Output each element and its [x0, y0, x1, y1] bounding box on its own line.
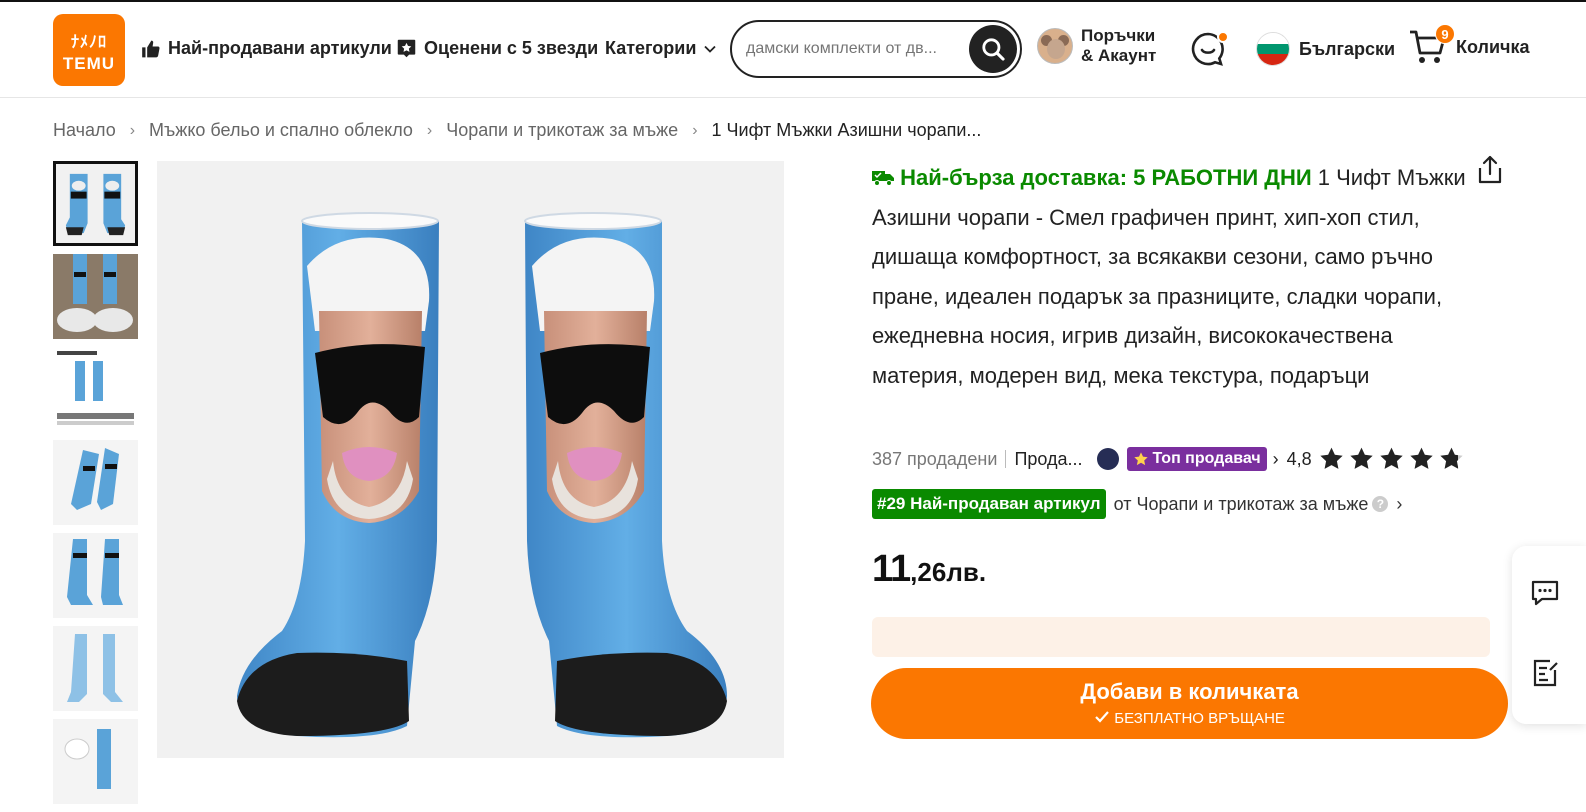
- account-line-2: & Акаунт: [1081, 46, 1157, 65]
- product-title: Най-бърза доставка: 5 РАБОТНИ ДНИ 1 Чифт…: [872, 158, 1472, 395]
- chevron-down-icon: [704, 45, 717, 53]
- thumbnail-5[interactable]: [53, 533, 138, 618]
- delivery-truck-icon: [872, 171, 894, 186]
- product-main-image[interactable]: [157, 161, 784, 758]
- rating-stars: [1318, 446, 1465, 472]
- account-text: Поръчки & Акаунт: [1081, 26, 1156, 66]
- rank-category: от Чорапи и трикотаж за мъже: [1113, 493, 1369, 514]
- star-badge-icon: [397, 39, 416, 58]
- bulgaria-flag-icon: [1256, 32, 1290, 66]
- language-selector[interactable]: Български: [1256, 32, 1395, 66]
- chevron-right-icon[interactable]: ›: [1273, 449, 1279, 470]
- breadcrumb-separator: ›: [426, 121, 433, 139]
- account-line-1: Поръчки: [1081, 26, 1156, 45]
- language-label: Български: [1299, 38, 1396, 59]
- price: 11,26лв.: [872, 548, 986, 591]
- nav-five-stars[interactable]: Оценени с 5 звезди: [396, 38, 598, 59]
- search-icon: [982, 38, 1005, 61]
- breadcrumb-separator: ›: [129, 121, 136, 139]
- free-return-row: БЕЗПЛАТНО ВРЪЩАНЕ: [871, 710, 1508, 727]
- cart-button[interactable]: 9 Количка: [1408, 24, 1530, 66]
- thumbnail-3[interactable]: [53, 347, 138, 432]
- floating-side-panel: [1512, 546, 1586, 724]
- thumbs-up-icon: [142, 40, 160, 57]
- seller-name[interactable]: Прода...: [1014, 449, 1082, 470]
- add-to-cart-label: Добави в количката: [1080, 679, 1299, 704]
- product-title-text: 1 Чифт Мъжки Азишни чорапи - Смел графич…: [872, 165, 1466, 388]
- nav-five-stars-label: Оценени с 5 звезди: [424, 38, 599, 58]
- thumbnail-4[interactable]: [53, 440, 138, 525]
- rank-badge: #29 Най-продаван артикул: [872, 489, 1106, 519]
- logo-glyphs: ﾅﾒﾉﾛ: [70, 34, 107, 51]
- star-icon: [1410, 447, 1433, 469]
- nav-categories-label: Категории: [605, 38, 697, 58]
- add-to-cart-button[interactable]: Добави в количката БЕЗПЛАТНО ВРЪЩАНЕ: [871, 668, 1508, 739]
- breadcrumb: Начало › Мъжко бельо и спално облекло › …: [53, 120, 981, 141]
- sock-illustration: [237, 212, 727, 738]
- product-meta-row: 387 продадени Прода... Топ продавач › 4,…: [872, 446, 1465, 472]
- orders-account[interactable]: Поръчки & Акаунт: [1037, 26, 1156, 66]
- top-seller-label: Топ продавач: [1152, 450, 1261, 467]
- checklist-icon[interactable]: [1530, 658, 1560, 688]
- chevron-right-icon: ›: [1396, 493, 1403, 514]
- product-info: Най-бърза доставка: 5 РАБОТНИ ДНИ 1 Чифт…: [872, 158, 1472, 395]
- help-icon[interactable]: ?: [1372, 496, 1389, 512]
- top-seller-badge[interactable]: Топ продавач: [1126, 447, 1267, 471]
- nav-categories[interactable]: Категории: [605, 38, 717, 59]
- breadcrumb-category[interactable]: Мъжко бельо и спално облекло: [149, 120, 413, 141]
- price-fraction: ,26лв.: [910, 557, 987, 587]
- rating-value: 4,8: [1286, 448, 1312, 469]
- promo-strip: [872, 617, 1490, 657]
- header: ﾅﾒﾉﾛ TEMU Най-продавани артикули Оценени…: [0, 2, 1586, 98]
- thumbnail-7[interactable]: [53, 719, 138, 804]
- price-integer: 11: [872, 548, 911, 590]
- thumbnail-1[interactable]: [53, 161, 138, 246]
- cart-label: Количка: [1456, 36, 1530, 57]
- breadcrumb-current: 1 Чифт Мъжки Азишни чорапи...: [711, 120, 982, 140]
- thumbnail-2[interactable]: [53, 254, 138, 339]
- logo-text: TEMU: [62, 54, 116, 73]
- rank-row[interactable]: #29 Най-продаван артикул от Чорапи и три…: [872, 489, 1402, 519]
- star-icon: [1350, 447, 1373, 469]
- star-icon: [1133, 452, 1148, 466]
- message-icon[interactable]: [1530, 578, 1560, 608]
- star-icon: [1380, 447, 1403, 469]
- nav-bestsellers-label: Най-продавани артикули: [168, 38, 392, 58]
- star-half-icon: [1440, 447, 1463, 469]
- search-bar: [730, 20, 1022, 78]
- search-input[interactable]: [746, 36, 964, 62]
- star-icon: [1320, 447, 1343, 469]
- thumbnail-6[interactable]: [53, 626, 138, 711]
- check-icon: [1095, 711, 1109, 723]
- thumbnail-list: [53, 161, 139, 812]
- cart-count-badge: 9: [1435, 24, 1455, 44]
- share-icon[interactable]: [1476, 155, 1504, 185]
- nav-bestsellers[interactable]: Най-продавани артикули: [140, 38, 392, 59]
- search-button[interactable]: [969, 25, 1017, 73]
- breadcrumb-home[interactable]: Начало: [53, 120, 116, 141]
- free-return-label: БЕЗПЛАТНО ВРЪЩАНЕ: [1114, 710, 1285, 727]
- seller-avatar: [1096, 448, 1119, 470]
- breadcrumb-separator: ›: [692, 121, 698, 139]
- sold-count: 387 продадени: [872, 448, 998, 469]
- fast-delivery-label: Най-бърза доставка: 5 РАБОТНИ ДНИ: [900, 165, 1312, 190]
- breadcrumb-subcategory[interactable]: Чорапи и трикотаж за мъже: [446, 120, 678, 141]
- temu-logo[interactable]: ﾅﾒﾉﾛ TEMU: [53, 14, 125, 86]
- divider: [1005, 450, 1007, 468]
- chat-notification-dot: [1217, 31, 1229, 43]
- avatar: [1037, 28, 1073, 64]
